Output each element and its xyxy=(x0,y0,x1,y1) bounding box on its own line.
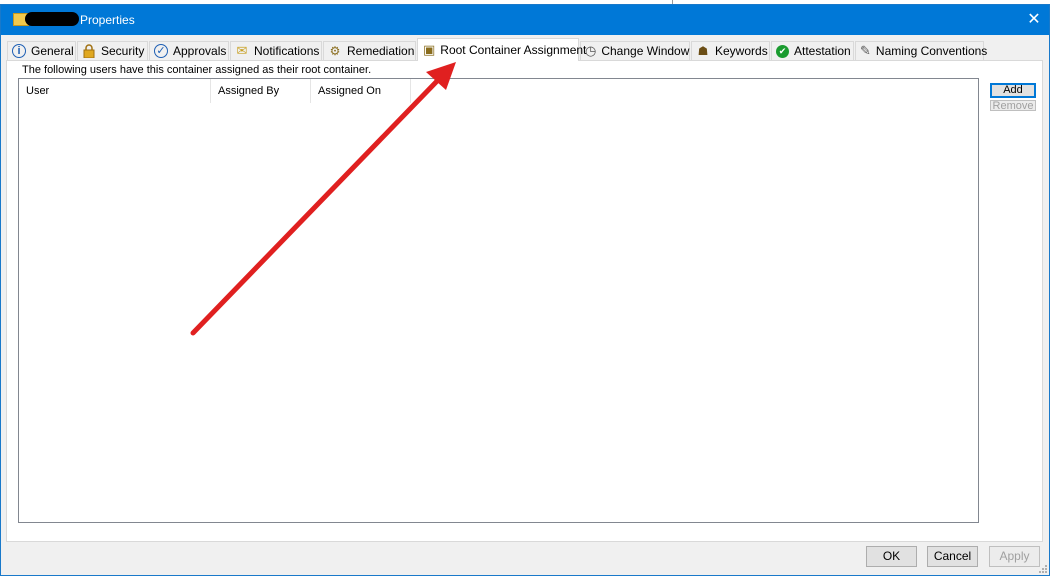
tab-label: Naming Conventions xyxy=(875,44,988,58)
tab-keywords[interactable]: ☗ Keywords xyxy=(691,41,770,60)
remove-button[interactable]: Remove xyxy=(990,100,1036,111)
tab-label: Keywords xyxy=(715,44,768,58)
resize-grip[interactable] xyxy=(1039,565,1047,573)
close-button[interactable]: ✕ xyxy=(1019,5,1049,35)
properties-dialog: Properties ✕ i General Security ✓ Approv… xyxy=(0,4,1050,576)
tab-label: Root Container Assignment xyxy=(440,43,587,57)
document-gear-icon: ⚙ xyxy=(329,44,341,58)
column-header-user[interactable]: User xyxy=(19,79,211,103)
checkmark-circle-icon: ✓ xyxy=(154,44,168,58)
container-icon: ▣ xyxy=(423,42,436,57)
tab-root-container-assignment[interactable]: ▣ Root Container Assignment xyxy=(417,38,586,61)
apply-button[interactable]: Apply xyxy=(989,546,1040,567)
clock-icon: ◷ xyxy=(585,43,597,58)
column-header-assigned-on[interactable]: Assigned On xyxy=(311,79,411,103)
tab-label: Change Window xyxy=(601,44,690,58)
tab-label: Attestation xyxy=(794,44,851,58)
tab-label: Approvals xyxy=(173,44,227,58)
tab-panel: The following users have this container … xyxy=(6,60,1043,542)
add-button[interactable]: Add xyxy=(990,83,1036,98)
tab-label: General xyxy=(31,44,74,58)
column-header-assigned-by[interactable]: Assigned By xyxy=(211,79,311,103)
user-keywords-icon: ☗ xyxy=(697,44,709,58)
tab-notifications[interactable]: ✉ Notifications xyxy=(230,41,322,60)
tab-security[interactable]: Security xyxy=(77,41,148,60)
envelope-icon: ✉ xyxy=(236,43,248,58)
window-title: Properties xyxy=(80,13,135,27)
tab-change-window[interactable]: ◷ Change Window xyxy=(580,41,690,60)
tab-remediation[interactable]: ⚙ Remediation xyxy=(323,41,416,60)
tab-label: Remediation xyxy=(347,44,415,58)
tab-general[interactable]: i General xyxy=(7,41,76,60)
panel-description: The following users have this container … xyxy=(22,64,372,76)
ok-button[interactable]: OK xyxy=(866,546,917,567)
lock-icon xyxy=(82,44,96,59)
cancel-button[interactable]: Cancel xyxy=(927,546,978,567)
green-check-icon: ✔ xyxy=(776,44,789,58)
title-bar[interactable]: Properties ✕ xyxy=(1,5,1049,35)
users-list[interactable]: User Assigned By Assigned On xyxy=(18,78,979,523)
pen-icon: ✎ xyxy=(860,43,871,58)
tab-approvals[interactable]: ✓ Approvals xyxy=(149,41,229,60)
redacted-name xyxy=(25,12,79,26)
tab-naming-conventions[interactable]: ✎ Naming Conventions xyxy=(855,41,988,60)
tab-label: Security xyxy=(101,44,145,58)
tab-strip: i General Security ✓ Approvals ✉ Notific… xyxy=(3,38,1043,61)
tab-attestation[interactable]: ✔ Attestation xyxy=(771,41,854,60)
info-icon: i xyxy=(12,44,26,58)
tab-label: Notifications xyxy=(254,44,320,58)
